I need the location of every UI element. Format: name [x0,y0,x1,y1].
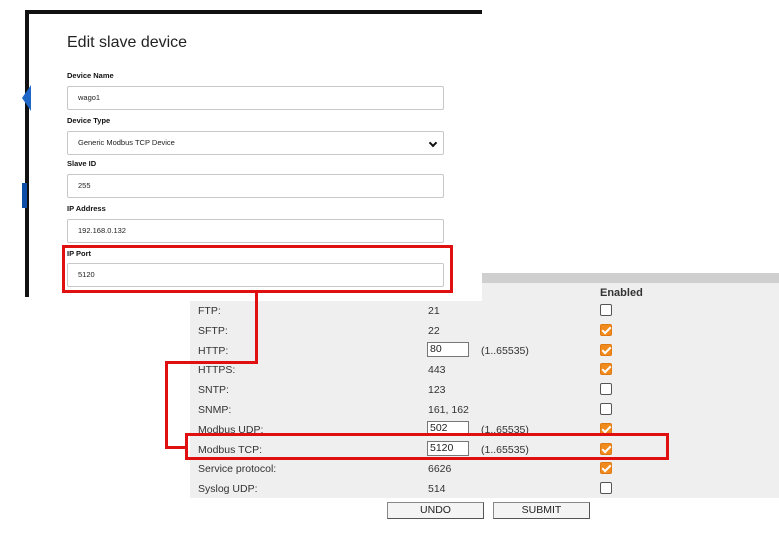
service-row: Syslog UDP: 514 [190,479,779,499]
service-port-value: 21 [428,305,440,317]
service-port-value: 443 [428,364,446,377]
connector-line-to-box [165,446,187,449]
service-port-value: 22 [428,324,440,337]
submit-button[interactable]: SUBMIT [493,502,590,519]
device-type-select[interactable]: Generic Modbus TCP Device [67,131,444,155]
modbus-tcp-highlight-box [185,433,669,460]
background-blue-strip [22,183,27,208]
enabled-checkbox[interactable] [600,482,612,495]
enabled-checkbox[interactable] [600,403,612,415]
service-name: SFTP: [198,324,228,337]
service-row: Service protocol: 6626 [190,459,779,479]
service-name: SNMP: [198,404,232,416]
service-port-value: 123 [428,384,446,397]
connector-line-horizontal [165,361,258,364]
service-port-value: 161, 162 [428,404,469,416]
enabled-column-header: Enabled [600,287,643,299]
service-name: Service protocol: [198,463,277,476]
service-name: HTTP: [198,344,229,357]
service-row: FTP: 21 [190,301,779,321]
enabled-checkbox-checked[interactable] [600,343,612,356]
ip-address-input[interactable]: 192.168.0.132 [67,219,444,243]
service-name: FTP: [198,305,221,317]
enabled-checkbox-checked[interactable] [600,363,612,376]
slave-id-input[interactable]: 255 [67,174,444,198]
device-type-value: Generic Modbus TCP Device [78,138,175,147]
services-panel-header-bar [482,273,779,283]
undo-button[interactable]: UNDO [387,502,484,519]
connector-line-vertical-1 [255,292,258,363]
service-port-input[interactable]: 80 [427,341,469,357]
service-name: SNTP: [198,384,229,397]
service-port-value: 514 [428,483,446,496]
slave-id-label: Slave ID [67,159,97,168]
service-row: SNMP: 161, 162 [190,400,779,420]
service-row: SNTP: 123 [190,380,779,400]
enabled-checkbox-checked[interactable] [600,323,612,336]
service-name: HTTPS: [198,364,236,377]
chevron-down-icon [428,138,438,148]
enabled-checkbox-checked[interactable] [600,462,612,475]
service-name: Syslog UDP: [198,483,258,496]
enabled-checkbox[interactable] [600,383,612,396]
device-type-label: Device Type [67,116,111,125]
ip-port-highlight-box [62,245,453,293]
ip-address-label: IP Address [67,204,106,213]
dialog-title: Edit slave device [67,34,188,51]
service-row: HTTP: 80 (1..65535) [190,341,779,361]
service-row: SFTP: 22 [190,321,779,341]
chevron-left-icon [22,85,31,111]
service-port-range: (1..65535) [481,344,529,357]
service-port-value: 6626 [428,463,452,476]
device-name-input[interactable]: wago1 [67,86,444,110]
device-name-label: Device Name [67,71,114,80]
enabled-checkbox[interactable] [600,304,612,316]
connector-line-vertical-2 [165,361,168,449]
service-row: HTTPS: 443 [190,360,779,380]
dialog-left-border [25,10,29,297]
